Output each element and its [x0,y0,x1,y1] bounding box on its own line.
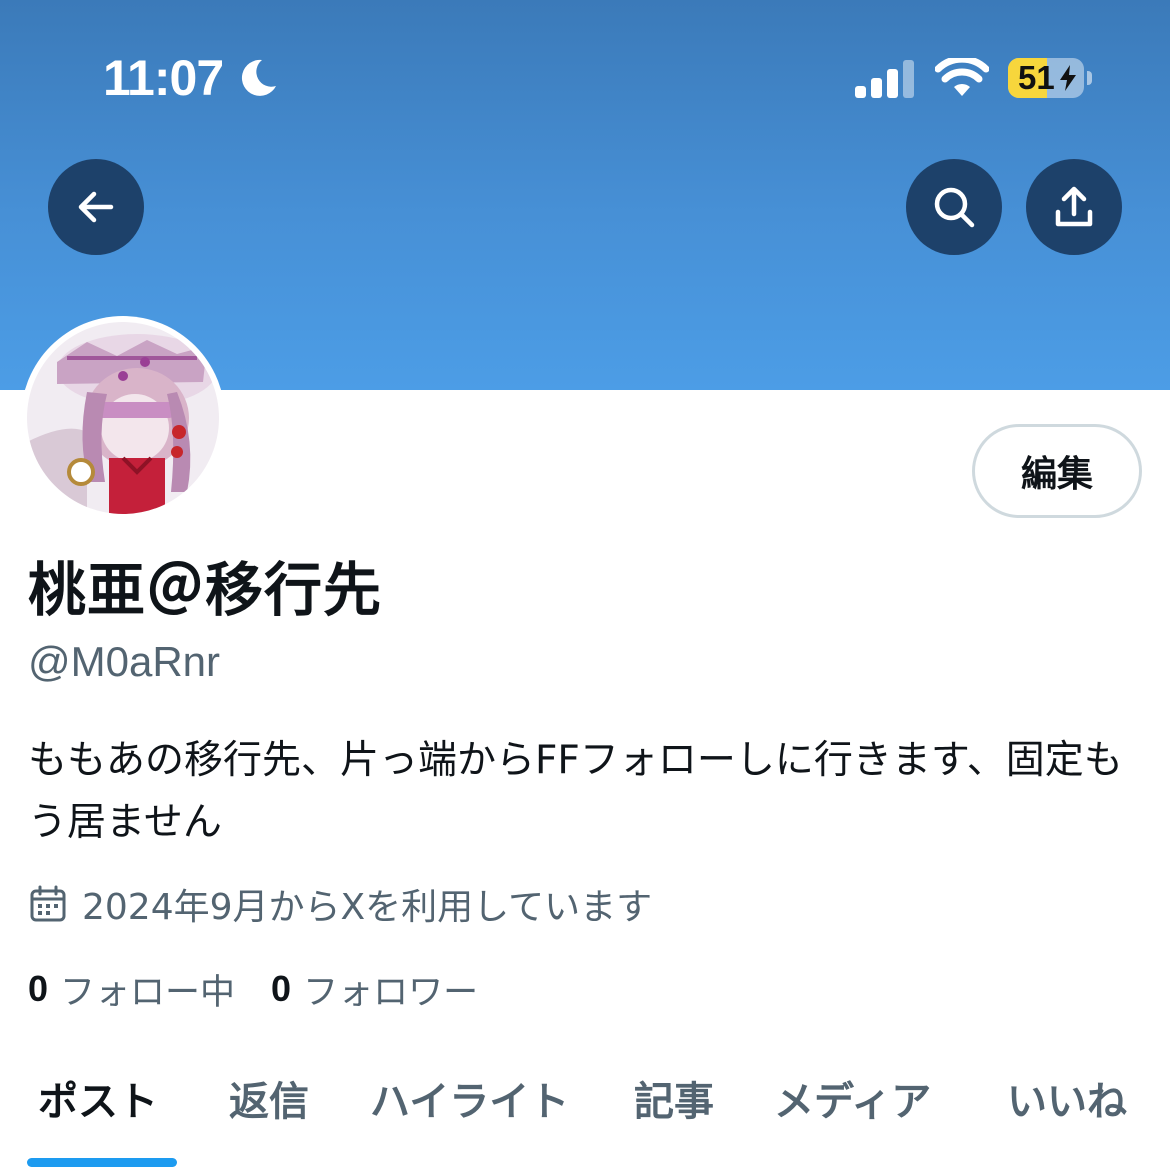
followers-count[interactable]: 0 [271,968,291,1010]
tab-likes[interactable]: いいね [1007,1070,1127,1134]
active-tab-indicator [27,1158,177,1167]
tab-posts[interactable]: ポスト [38,1070,158,1134]
followers-label[interactable]: フォロワー [303,964,478,1015]
battery-indicator: 51 [1008,58,1092,98]
display-name: 桃亜＠移行先 [28,556,383,624]
search-icon [934,187,975,228]
search-button[interactable] [906,159,1002,255]
tab-articles[interactable]: 記事 [634,1070,714,1134]
wifi-icon [935,58,989,96]
moon-icon [241,59,276,96]
following-count[interactable]: 0 [28,968,48,1010]
profile-screen: 11:07 51 編集 桃亜＠移行先 @M0aRnr ももあの移行先、片っ端から… [0,0,1170,1167]
follow-stats: 0 フォロー中 0 フォロワー [28,964,514,1014]
share-upload-icon [1055,186,1093,227]
back-button[interactable] [48,159,144,255]
status-time: 11:07 [103,50,224,106]
calendar-icon [30,885,66,922]
tab-highlights[interactable]: ハイライト [370,1070,569,1134]
battery-level: 51 [1018,59,1055,96]
battery-tip [1087,71,1092,85]
avatar-image [27,322,219,514]
profile-bio: ももあの移行先、片っ端からFFフォローしに行きます、固定もう居ません [28,738,1123,845]
tab-media[interactable]: メディア [774,1070,931,1134]
avatar[interactable] [21,316,225,520]
edit-profile-button[interactable]: 編集 [972,424,1142,518]
share-button[interactable] [1026,159,1122,255]
joined-text: 2024年9月からXを利用しています [82,887,653,928]
cellular-signal-icon [855,60,914,98]
charging-bolt-icon [1060,65,1076,91]
user-handle: @M0aRnr [28,638,221,685]
arrow-left-icon [78,191,114,223]
joined-date: 2024年9月からXを利用しています [28,878,652,930]
tab-replies[interactable]: 返信 [229,1070,309,1134]
following-label[interactable]: フォロー中 [60,964,235,1015]
